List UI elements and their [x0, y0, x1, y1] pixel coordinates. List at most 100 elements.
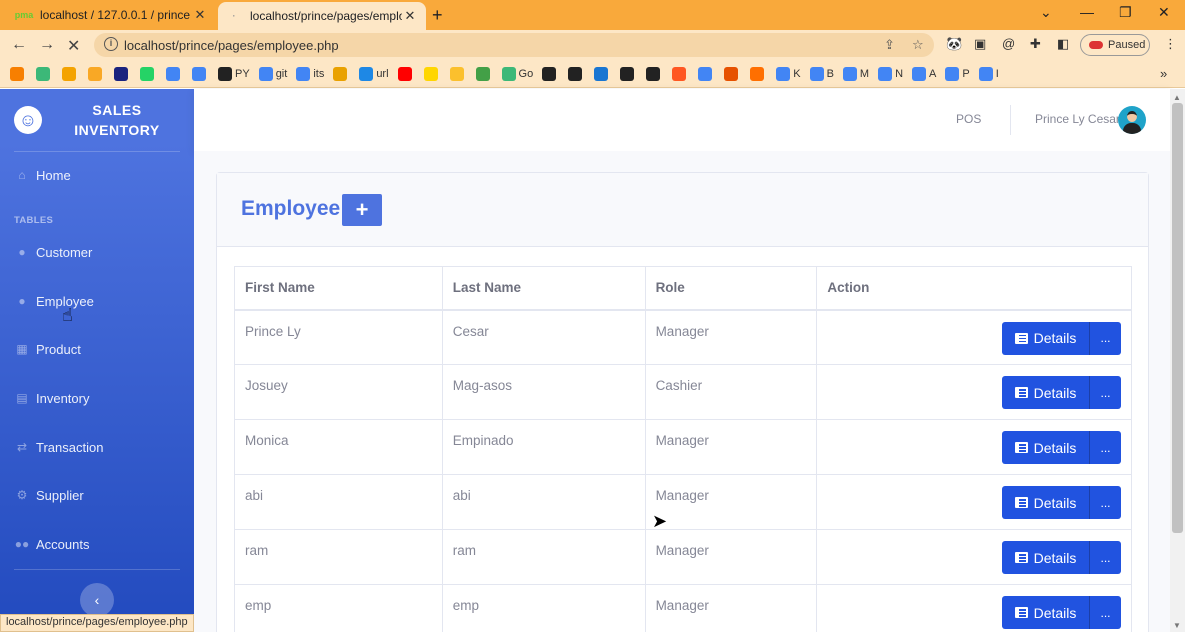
bookmark-item[interactable]: PY [218, 66, 250, 81]
bookmark-item[interactable]: M [842, 66, 869, 81]
bookmark-item[interactable] [166, 66, 183, 81]
sidebar-toggle-button[interactable]: ‹ [80, 583, 114, 617]
bookmark-item[interactable] [114, 66, 131, 81]
column-header-action[interactable]: Action [816, 266, 1132, 311]
bookmark-item[interactable] [646, 66, 663, 81]
sidebar-item-employee[interactable]: ● Employee [0, 286, 194, 316]
pos-link[interactable]: POS [956, 112, 981, 126]
sidebar-item-product[interactable]: ▦ Product [0, 334, 194, 364]
more-options-button[interactable]: ... [1090, 486, 1121, 519]
menu-icon[interactable]: ⋮ [1164, 36, 1177, 52]
sidebar-item-home[interactable]: ⌂ Home [0, 160, 194, 190]
more-options-button[interactable]: ... [1090, 376, 1121, 409]
bookmark-item[interactable] [140, 66, 157, 81]
scrollbar-thumb[interactable] [1172, 103, 1183, 533]
bookmark-item[interactable] [397, 66, 415, 81]
column-header-first-name[interactable]: First Name [234, 266, 443, 311]
minimize-icon[interactable]: — [1080, 4, 1094, 20]
details-button[interactable]: Details [1002, 541, 1090, 574]
column-header-last-name[interactable]: Last Name [441, 266, 646, 311]
puzzle-icon[interactable]: ✚ [1030, 36, 1041, 52]
bookmark-item[interactable] [568, 66, 585, 81]
sidebar-item-transaction[interactable]: ⇄ Transaction [0, 432, 194, 462]
more-options-button[interactable]: ... [1090, 321, 1121, 355]
extension-icon[interactable]: ▣ [974, 36, 986, 52]
forward-icon[interactable]: → [39, 36, 55, 54]
sidebar-item-accounts[interactable]: ●● Accounts [0, 529, 194, 559]
close-tab-icon[interactable]: ✕ [402, 8, 418, 24]
user-name[interactable]: Prince Ly Cesar [1035, 112, 1120, 126]
bookmark-item[interactable] [62, 66, 79, 81]
profile-paused-button[interactable]: Paused [1080, 34, 1150, 56]
sidebar-item-customer[interactable]: ● Customer [0, 237, 194, 267]
scroll-up-icon[interactable]: ▲ [1173, 93, 1181, 102]
details-button[interactable]: Details [1002, 376, 1090, 409]
bookmark-item[interactable] [423, 66, 441, 81]
stop-loading-icon[interactable]: ✕ [67, 36, 80, 56]
bookmark-star-icon[interactable]: ☆ [912, 37, 924, 53]
bookmark-favicon-icon [333, 66, 348, 81]
bookmark-item[interactable] [698, 66, 715, 81]
employee-table: First Name Last Name Role Action Prince … [234, 266, 1132, 632]
bookmark-item[interactable] [672, 66, 689, 81]
bookmark-item[interactable] [750, 66, 767, 81]
details-button[interactable]: Details [1002, 486, 1090, 519]
sidepanel-icon[interactable]: ◧ [1057, 36, 1069, 52]
bookmark-item[interactable] [620, 66, 637, 81]
add-employee-button[interactable]: + [342, 194, 382, 226]
scroll-down-icon[interactable]: ▼ [1173, 621, 1181, 630]
site-info-icon[interactable]: i [104, 37, 118, 51]
page-scrollbar[interactable]: ▲ ▼ [1170, 89, 1185, 632]
bookmark-item[interactable] [542, 66, 559, 81]
bookmark-item[interactable]: git [258, 66, 287, 81]
bookmark-item[interactable]: K [776, 66, 801, 81]
bookmark-item[interactable] [449, 66, 467, 81]
bookmark-item[interactable]: Go [501, 66, 533, 81]
bookmark-item[interactable]: B [809, 66, 834, 81]
at-extension-icon[interactable]: @ [1002, 36, 1015, 51]
column-header-role[interactable]: Role [644, 266, 818, 311]
url-field[interactable]: i localhost/prince/pages/employee.php ⇪ … [94, 33, 934, 57]
bookmark-item[interactable]: A [912, 66, 936, 81]
sidebar-item-label: Home [36, 167, 71, 183]
close-tab-icon[interactable]: ✕ [192, 7, 208, 23]
house-icon: ⌂ [18, 168, 26, 182]
panda-extension-icon[interactable]: 🐼 [946, 36, 962, 52]
brand[interactable]: ☺ SALES INVENTORY [0, 89, 194, 151]
more-bookmarks-icon[interactable]: » [1160, 66, 1167, 81]
bookmark-item[interactable]: url [359, 66, 389, 81]
share-icon[interactable]: ⇪ [884, 37, 895, 53]
more-options-button[interactable]: ... [1090, 541, 1121, 574]
bookmark-item[interactable] [475, 66, 493, 81]
bookmark-item[interactable] [333, 66, 350, 81]
tab-search-icon[interactable]: ⌄ [1040, 4, 1052, 21]
more-options-button[interactable]: ... [1090, 431, 1121, 464]
bookmark-item[interactable]: N [878, 66, 903, 81]
bookmark-item[interactable] [594, 66, 611, 81]
bookmark-item[interactable] [724, 66, 741, 81]
bookmark-item[interactable] [10, 66, 27, 81]
more-options-button[interactable]: ... [1090, 596, 1121, 629]
new-tab-icon[interactable]: + [432, 5, 443, 26]
bookmark-item[interactable]: P [945, 66, 970, 81]
bookmark-item[interactable] [192, 66, 209, 81]
bookmark-favicon-icon [62, 66, 76, 81]
details-button[interactable]: Details [1002, 596, 1090, 629]
bookmark-item[interactable] [88, 66, 105, 81]
browser-tab[interactable]: pma localhost / 127.0.0.1 / prince / em … [8, 0, 216, 30]
browser-tab-active[interactable]: · localhost/prince/pages/employee ✕ [218, 2, 426, 30]
bookmark-item[interactable] [36, 66, 53, 81]
sidebar-item-supplier[interactable]: ⚙ Supplier [0, 480, 194, 510]
close-window-icon[interactable]: ✕ [1158, 4, 1170, 21]
bookmark-favicon-icon [449, 66, 464, 81]
details-button[interactable]: Details [1002, 431, 1090, 464]
bookmark-item[interactable]: its [296, 66, 324, 81]
avatar[interactable] [1118, 106, 1146, 134]
details-button[interactable]: Details [1002, 321, 1090, 355]
bookmark-item[interactable]: I [978, 66, 999, 81]
cell-first-name: Monica [234, 419, 443, 475]
sidebar-item-inventory[interactable]: ▤ Inventory [0, 383, 194, 413]
action-button-group: Details... [1002, 541, 1121, 574]
restore-icon[interactable]: ❐ [1119, 4, 1132, 21]
back-icon[interactable]: ← [11, 36, 27, 54]
